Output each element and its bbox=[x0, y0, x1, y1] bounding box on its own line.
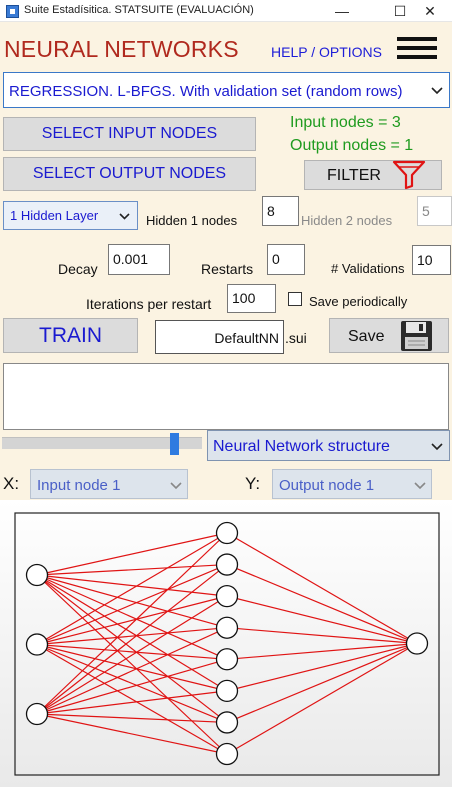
chevron-down-icon bbox=[431, 87, 443, 95]
iterations-label: Iterations per restart bbox=[86, 296, 212, 312]
save-periodically-label: Save periodically bbox=[309, 294, 408, 309]
validations-label: # Validations bbox=[331, 261, 405, 276]
restarts-input[interactable]: 0 bbox=[267, 244, 305, 275]
input-nodes-count: Input nodes = 3 bbox=[290, 114, 401, 131]
algorithm-mode-value: REGRESSION. L-BFGS. With validation set … bbox=[9, 83, 403, 100]
save-button-label: Save bbox=[348, 328, 385, 345]
chevron-down-icon bbox=[170, 482, 182, 490]
title-bar: Suite Estadísitica. STATSUITE (EVALUACIÓ… bbox=[0, 0, 452, 22]
decay-label: Decay bbox=[58, 261, 98, 277]
network-diagram-panel bbox=[0, 500, 452, 787]
file-extension: .sui bbox=[285, 330, 307, 346]
diagram-frame bbox=[14, 512, 440, 776]
decay-input[interactable]: 0.001 bbox=[108, 244, 170, 275]
edge-input-3-hidden-7 bbox=[36, 713, 228, 724]
hamburger-icon[interactable] bbox=[397, 34, 437, 62]
hidden-node-5 bbox=[215, 648, 239, 671]
hidden-node-2 bbox=[215, 553, 239, 576]
chevron-down-icon bbox=[431, 443, 443, 451]
app-icon bbox=[6, 5, 19, 18]
hidden1-nodes-label: Hidden 1 nodes bbox=[146, 213, 238, 228]
edge-hidden-8-output-1 bbox=[226, 642, 418, 755]
edge-hidden-7-output-1 bbox=[226, 642, 418, 723]
y-axis-select[interactable]: Output node 1 bbox=[272, 469, 432, 499]
floppy-disk-icon[interactable] bbox=[400, 320, 433, 352]
y-axis-value: Output node 1 bbox=[279, 477, 375, 494]
edge-input-2-hidden-8 bbox=[36, 643, 228, 755]
filter-button-label: FILTER bbox=[327, 167, 381, 184]
select-output-nodes-button[interactable]: SELECT OUTPUT NODES bbox=[3, 157, 256, 191]
output-node-1 bbox=[405, 632, 429, 655]
hidden-node-7 bbox=[215, 711, 239, 734]
edge-hidden-3-output-1 bbox=[226, 595, 418, 645]
hidden-node-6 bbox=[215, 679, 239, 703]
select-input-nodes-button[interactable]: SELECT INPUT NODES bbox=[3, 117, 256, 151]
input-node-1 bbox=[25, 563, 49, 587]
x-axis-label: X: bbox=[3, 474, 20, 493]
algorithm-mode-select[interactable]: REGRESSION. L-BFGS. With validation set … bbox=[3, 72, 450, 108]
x-axis-select[interactable]: Input node 1 bbox=[30, 469, 188, 499]
input-node-2 bbox=[25, 633, 49, 656]
hidden1-nodes-input[interactable]: 8 bbox=[262, 196, 299, 226]
hidden2-nodes-label: Hidden 2 nodes bbox=[301, 213, 393, 228]
help-options-link[interactable]: HELP / OPTIONS bbox=[271, 44, 382, 60]
edge-input-1-hidden-1 bbox=[36, 532, 228, 576]
hidden-layers-value: 1 Hidden Layer bbox=[10, 208, 99, 223]
edge-hidden-2-output-1 bbox=[226, 564, 418, 645]
filename-input[interactable]: DefaultNN bbox=[155, 320, 284, 354]
edge-hidden-4-output-1 bbox=[226, 627, 418, 645]
edge-hidden-5-output-1 bbox=[226, 642, 418, 660]
window-title: Suite Estadísitica. STATSUITE (EVALUACIÓ… bbox=[24, 4, 254, 16]
output-nodes-count: Output nodes = 1 bbox=[290, 137, 414, 154]
view-slider-thumb[interactable] bbox=[170, 433, 179, 455]
chevron-down-icon bbox=[119, 213, 130, 220]
train-button[interactable]: TRAIN bbox=[3, 318, 138, 353]
x-axis-value: Input node 1 bbox=[37, 477, 121, 494]
edge-hidden-1-output-1 bbox=[226, 532, 418, 645]
network-nodes bbox=[25, 521, 429, 766]
hidden-node-4 bbox=[215, 616, 239, 639]
y-axis-label: Y: bbox=[245, 474, 261, 493]
hidden2-nodes-input: 5 bbox=[417, 196, 452, 226]
edge-input-1-hidden-2 bbox=[36, 563, 228, 576]
iterations-input[interactable]: 100 bbox=[227, 284, 276, 313]
network-diagram bbox=[14, 512, 440, 776]
edge-input-2-hidden-4 bbox=[36, 627, 228, 646]
hidden-layers-select[interactable]: 1 Hidden Layer bbox=[3, 201, 138, 230]
edge-hidden-6-output-1 bbox=[226, 642, 418, 692]
edge-input-3-hidden-3 bbox=[36, 595, 228, 715]
edge-input-2-hidden-1 bbox=[36, 532, 228, 646]
edge-input-3-hidden-2 bbox=[36, 564, 228, 715]
view-type-select[interactable]: Neural Network structure bbox=[207, 430, 450, 461]
input-node-3 bbox=[25, 702, 49, 726]
close-button[interactable]: ✕ bbox=[408, 0, 452, 22]
funnel-icon[interactable] bbox=[392, 159, 426, 191]
edge-input-1-hidden-7 bbox=[36, 574, 228, 723]
validations-input[interactable]: 10 bbox=[412, 245, 451, 275]
chevron-down-icon bbox=[414, 482, 426, 490]
save-periodically-checkbox[interactable] bbox=[288, 292, 302, 306]
page-title: NEURAL NETWORKS bbox=[4, 36, 239, 62]
restarts-label: Restarts bbox=[201, 261, 254, 277]
output-text-area[interactable] bbox=[3, 363, 449, 430]
filename-value: DefaultNN bbox=[214, 330, 279, 346]
edge-input-3-hidden-8 bbox=[36, 713, 228, 755]
view-type-value: Neural Network structure bbox=[213, 438, 390, 455]
minimize-button[interactable]: — bbox=[320, 0, 364, 22]
hidden-node-8 bbox=[215, 742, 239, 766]
hidden-node-3 bbox=[215, 584, 239, 608]
hidden-node-1 bbox=[215, 521, 239, 545]
